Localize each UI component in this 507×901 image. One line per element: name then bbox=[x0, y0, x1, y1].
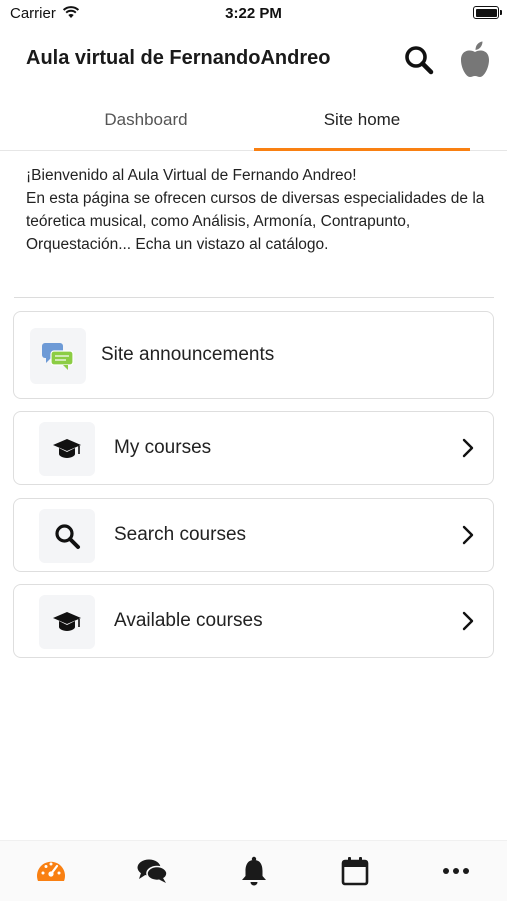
my-courses-icon-box bbox=[39, 422, 95, 476]
nav-messages[interactable] bbox=[132, 853, 172, 889]
bottom-nav bbox=[0, 840, 507, 901]
apple-logo-button[interactable] bbox=[456, 39, 494, 79]
forum-icon bbox=[42, 343, 74, 370]
available-courses-icon-box bbox=[39, 595, 95, 649]
site-announcements-label: Site announcements bbox=[101, 344, 275, 365]
chevron-right-icon bbox=[462, 438, 474, 458]
search-courses-item[interactable]: Search courses bbox=[13, 498, 494, 572]
chevron-right-icon bbox=[462, 611, 474, 631]
notifications-bell-icon bbox=[242, 856, 266, 886]
nav-dashboard[interactable] bbox=[31, 853, 71, 889]
summary-welcome: ¡Bienvenido al Aula Virtual de Fernando … bbox=[26, 167, 357, 184]
app-header: Aula virtual de FernandoAndreo bbox=[0, 30, 507, 90]
calendar-icon bbox=[341, 857, 369, 886]
search-courses-icon-box bbox=[39, 509, 95, 563]
site-announcements-item[interactable]: Site announcements bbox=[13, 311, 494, 399]
site-summary: ¡Bienvenido al Aula Virtual de Fernando … bbox=[26, 164, 496, 256]
search-courses-label: Search courses bbox=[114, 524, 247, 545]
available-courses-label: Available courses bbox=[114, 610, 263, 631]
dashboard-gauge-icon bbox=[37, 861, 65, 881]
nav-calendar[interactable] bbox=[335, 853, 375, 889]
tab-bar: Dashboard Site home bbox=[0, 100, 507, 151]
available-courses-item[interactable]: Available courses bbox=[13, 584, 494, 658]
graduation-cap-icon bbox=[53, 439, 81, 458]
divider bbox=[14, 297, 494, 298]
tab-dashboard[interactable]: Dashboard bbox=[38, 100, 254, 148]
page-title: Aula virtual de FernandoAndreo bbox=[26, 47, 331, 69]
apple-icon bbox=[461, 41, 489, 77]
summary-description: En esta página se ofrecen cursos de dive… bbox=[26, 190, 485, 253]
status-bar: Carrier 3:22 PM bbox=[0, 0, 507, 28]
chevron-right-icon bbox=[462, 525, 474, 545]
messages-icon bbox=[137, 859, 168, 883]
header-search-button[interactable] bbox=[401, 42, 437, 78]
active-tab-indicator bbox=[254, 148, 470, 151]
search-icon bbox=[55, 524, 80, 549]
graduation-cap-icon bbox=[53, 612, 81, 631]
nav-notifications[interactable] bbox=[234, 853, 274, 889]
battery-icon bbox=[473, 6, 502, 19]
status-time: 3:22 PM bbox=[225, 5, 282, 22]
my-courses-label: My courses bbox=[114, 437, 212, 458]
more-icon bbox=[443, 868, 469, 874]
tab-site-home[interactable]: Site home bbox=[254, 100, 470, 148]
search-icon bbox=[405, 46, 434, 75]
nav-more[interactable] bbox=[436, 853, 476, 889]
my-courses-item[interactable]: My courses bbox=[13, 411, 494, 485]
forum-icon-box bbox=[30, 328, 86, 384]
